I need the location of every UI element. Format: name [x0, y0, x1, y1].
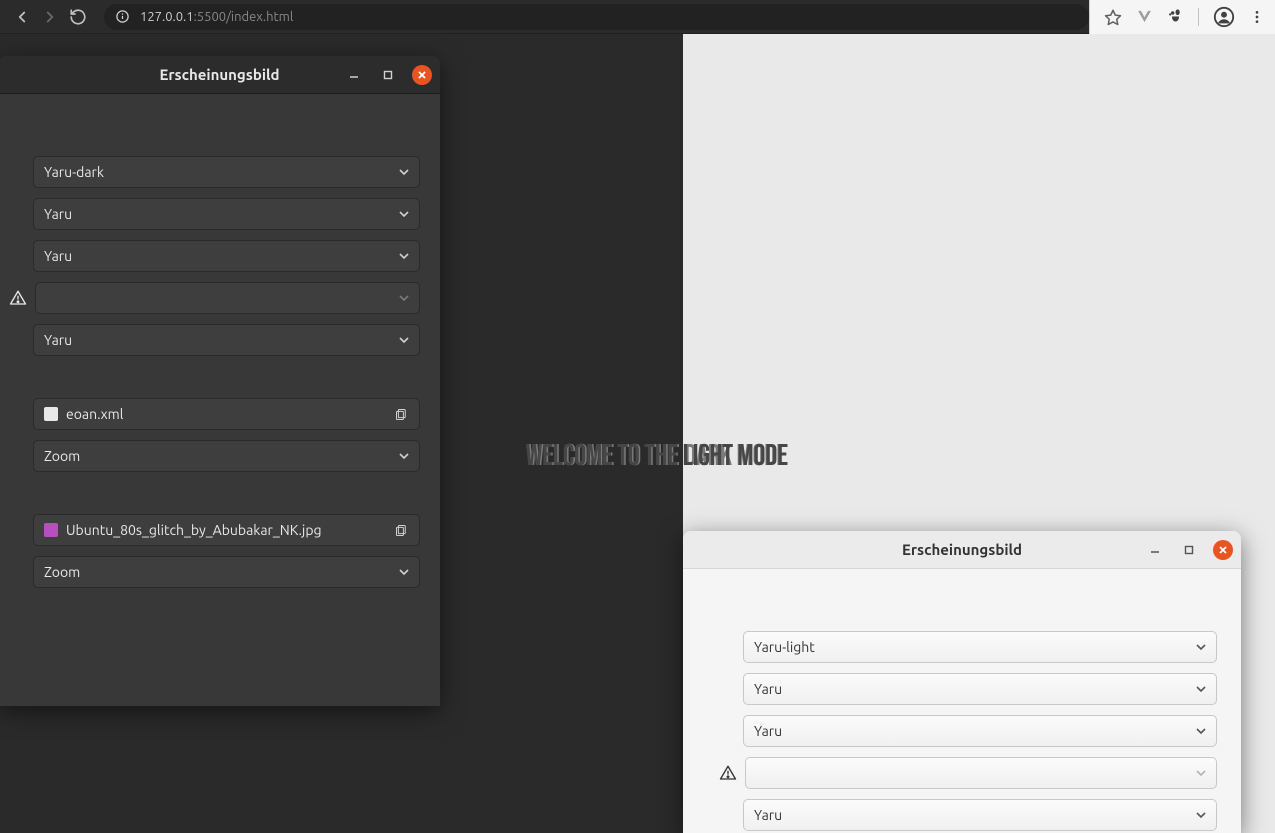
browser-toolbar: 127.0.0.1:5500/index.html	[0, 0, 1275, 34]
forward-button[interactable]	[36, 3, 64, 31]
icon-combo[interactable]: Yaru	[33, 198, 420, 230]
appearance-window-dark: Erscheinungsbild Yaru-dark Yaru Yaru Yar…	[0, 56, 440, 706]
menu-icon[interactable]	[1249, 9, 1265, 25]
vue-extension-icon[interactable]	[1136, 8, 1153, 25]
chevron-down-icon	[399, 167, 409, 177]
theme-combo[interactable]: Yaru-dark	[33, 156, 420, 188]
cursor-combo[interactable]: Yaru	[33, 240, 420, 272]
gnome-extension-icon[interactable]	[1167, 8, 1184, 25]
chevron-down-icon	[399, 209, 409, 219]
chevron-down-icon	[1196, 642, 1206, 652]
window-close-button[interactable]	[1213, 540, 1233, 560]
shell-combo[interactable]	[35, 282, 420, 314]
window-maximize-button[interactable]	[378, 65, 398, 85]
documents-icon	[393, 522, 409, 538]
chevron-down-icon	[1196, 726, 1206, 736]
window-titlebar[interactable]: Erscheinungsbild	[0, 56, 440, 94]
page-light-half: Welcome to the light mode Erscheinungsbi…	[683, 34, 1275, 833]
window-title: Erscheinungsbild	[902, 541, 1022, 558]
lockscreen-file-picker[interactable]: Ubuntu_80s_glitch_by_Abubakar_NK.jpg	[33, 514, 420, 546]
page-heading: Welcome to the light mode	[526, 438, 788, 474]
lockscreen-mode-combo[interactable]: Zoom	[33, 556, 420, 588]
window-titlebar[interactable]: Erscheinungsbild	[683, 531, 1241, 569]
chevron-down-icon	[399, 293, 409, 303]
window-title: Erscheinungsbild	[159, 66, 279, 83]
sound-combo[interactable]: Yaru	[743, 799, 1217, 831]
chevron-down-icon	[399, 567, 409, 577]
file-image-icon	[44, 523, 58, 537]
reload-button[interactable]	[64, 3, 92, 31]
site-info-icon[interactable]	[114, 9, 130, 25]
background-file-picker[interactable]: eoan.xml	[33, 398, 420, 430]
page-dark-half: Welcome to the dark mode Erscheinungsbil…	[0, 34, 683, 833]
warning-icon	[719, 764, 737, 782]
chevron-down-icon	[1196, 768, 1206, 778]
chevron-down-icon	[399, 335, 409, 345]
chevron-down-icon	[399, 451, 409, 461]
sound-combo[interactable]: Yaru	[33, 324, 420, 356]
appearance-window-light: Erscheinungsbild Yaru-light Yaru Yaru Ya…	[683, 531, 1241, 833]
chevron-down-icon	[1196, 684, 1206, 694]
address-bar[interactable]: 127.0.0.1:5500/index.html	[104, 4, 1089, 30]
star-icon[interactable]	[1104, 8, 1122, 26]
window-maximize-button[interactable]	[1179, 540, 1199, 560]
background-mode-combo[interactable]: Zoom	[33, 440, 420, 472]
theme-combo[interactable]: Yaru-light	[743, 631, 1217, 663]
file-xml-icon	[44, 407, 58, 421]
window-close-button[interactable]	[412, 65, 432, 85]
toolbar-right	[1089, 0, 1275, 34]
documents-icon	[393, 406, 409, 422]
window-minimize-button[interactable]	[344, 65, 364, 85]
window-minimize-button[interactable]	[1145, 540, 1165, 560]
url-text: 127.0.0.1:5500/index.html	[140, 10, 293, 24]
separator	[1198, 8, 1199, 26]
warning-icon	[9, 289, 27, 307]
icon-combo[interactable]: Yaru	[743, 673, 1217, 705]
cursor-combo[interactable]: Yaru	[743, 715, 1217, 747]
shell-combo[interactable]	[745, 757, 1217, 789]
profile-icon[interactable]	[1213, 6, 1235, 28]
back-button[interactable]	[8, 3, 36, 31]
chevron-down-icon	[1196, 810, 1206, 820]
chevron-down-icon	[399, 251, 409, 261]
